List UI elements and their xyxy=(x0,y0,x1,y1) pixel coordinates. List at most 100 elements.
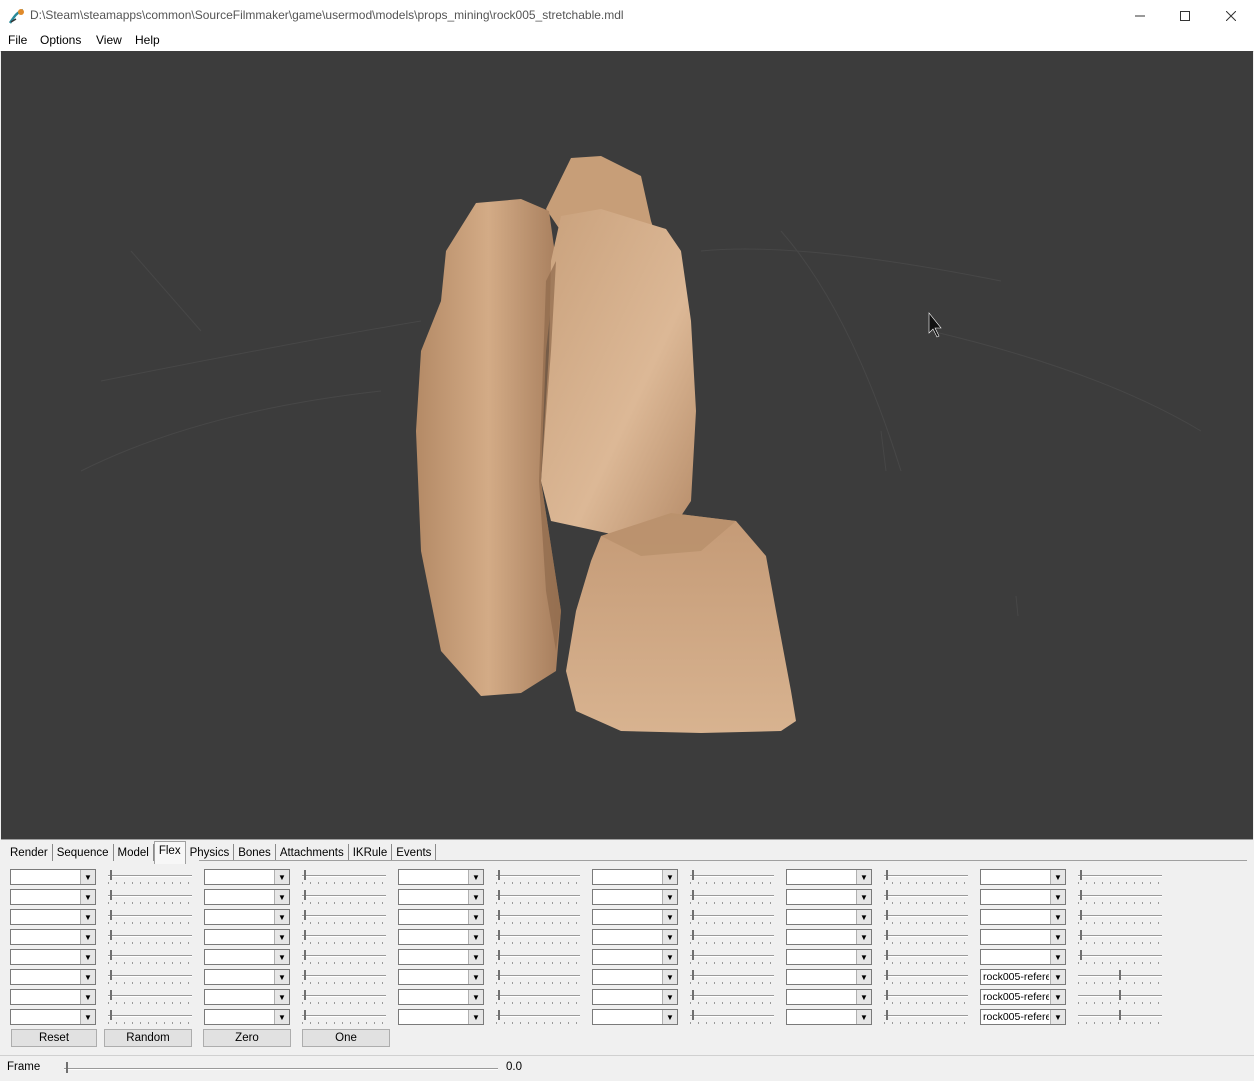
chevron-down-icon[interactable]: ▼ xyxy=(80,1010,95,1024)
flex-slider[interactable] xyxy=(302,868,386,884)
flex-slider[interactable] xyxy=(690,888,774,904)
flex-slider[interactable] xyxy=(690,1008,774,1024)
chevron-down-icon[interactable]: ▼ xyxy=(856,950,871,964)
flex-slider-thumb[interactable] xyxy=(498,970,500,980)
flex-combo[interactable]: ▼ xyxy=(10,909,96,925)
flex-combo[interactable]: ▼ xyxy=(592,869,678,885)
flex-combo[interactable]: ▼ xyxy=(786,909,872,925)
flex-slider[interactable] xyxy=(496,868,580,884)
flex-combo[interactable]: ▼ xyxy=(398,989,484,1005)
flex-slider[interactable] xyxy=(1078,1008,1162,1024)
flex-slider[interactable] xyxy=(690,968,774,984)
chevron-down-icon[interactable]: ▼ xyxy=(856,910,871,924)
flex-slider-thumb[interactable] xyxy=(886,970,888,980)
random-button[interactable]: Random xyxy=(104,1029,192,1047)
frame-slider-thumb[interactable] xyxy=(66,1062,68,1073)
menu-view[interactable]: View xyxy=(96,33,122,47)
flex-combo[interactable]: ▼ xyxy=(592,929,678,945)
flex-slider-thumb[interactable] xyxy=(692,1010,694,1020)
flex-slider[interactable] xyxy=(108,908,192,924)
chevron-down-icon[interactable]: ▼ xyxy=(80,990,95,1004)
flex-slider[interactable] xyxy=(496,948,580,964)
flex-slider[interactable] xyxy=(884,1008,968,1024)
flex-combo[interactable]: ▼ xyxy=(980,929,1066,945)
flex-slider[interactable] xyxy=(884,868,968,884)
flex-slider-thumb[interactable] xyxy=(692,890,694,900)
flex-combo[interactable]: ▼ xyxy=(10,969,96,985)
flex-combo[interactable]: ▼ xyxy=(980,889,1066,905)
flex-slider-thumb[interactable] xyxy=(1080,930,1082,940)
minimize-button[interactable] xyxy=(1117,0,1163,31)
flex-slider[interactable] xyxy=(884,908,968,924)
flex-combo[interactable]: ▼ xyxy=(398,909,484,925)
chevron-down-icon[interactable]: ▼ xyxy=(1050,1010,1065,1024)
flex-combo[interactable]: ▼ xyxy=(204,889,290,905)
flex-slider-thumb[interactable] xyxy=(498,950,500,960)
flex-slider[interactable] xyxy=(496,888,580,904)
flex-slider[interactable] xyxy=(1078,988,1162,1004)
flex-combo[interactable]: ▼ xyxy=(980,949,1066,965)
flex-slider[interactable] xyxy=(1078,968,1162,984)
close-button[interactable] xyxy=(1208,0,1254,31)
chevron-down-icon[interactable]: ▼ xyxy=(468,1010,483,1024)
flex-slider[interactable] xyxy=(884,888,968,904)
flex-slider[interactable] xyxy=(1078,928,1162,944)
flex-slider[interactable] xyxy=(884,968,968,984)
flex-combo[interactable]: rock005-refere ▼ xyxy=(980,989,1066,1005)
flex-slider-thumb[interactable] xyxy=(1080,950,1082,960)
flex-slider[interactable] xyxy=(690,988,774,1004)
flex-combo[interactable]: ▼ xyxy=(398,969,484,985)
flex-slider-thumb[interactable] xyxy=(498,890,500,900)
flex-slider[interactable] xyxy=(496,908,580,924)
flex-slider-thumb[interactable] xyxy=(304,870,306,880)
tab-sequence[interactable]: Sequence xyxy=(53,844,114,861)
flex-combo[interactable]: ▼ xyxy=(398,889,484,905)
tab-attachments[interactable]: Attachments xyxy=(276,844,349,861)
flex-combo[interactable]: ▼ xyxy=(592,949,678,965)
flex-slider[interactable] xyxy=(302,1008,386,1024)
tab-flex[interactable]: Flex xyxy=(153,841,186,864)
menu-file[interactable]: File xyxy=(8,33,27,47)
flex-combo[interactable]: ▼ xyxy=(204,929,290,945)
flex-slider-thumb[interactable] xyxy=(304,930,306,940)
flex-slider-thumb[interactable] xyxy=(886,910,888,920)
flex-combo[interactable]: ▼ xyxy=(10,889,96,905)
chevron-down-icon[interactable]: ▼ xyxy=(468,910,483,924)
flex-slider[interactable] xyxy=(302,968,386,984)
flex-slider-thumb[interactable] xyxy=(886,890,888,900)
tab-events[interactable]: Events xyxy=(392,844,437,861)
flex-combo[interactable]: ▼ xyxy=(10,949,96,965)
chevron-down-icon[interactable]: ▼ xyxy=(274,970,289,984)
flex-slider-thumb[interactable] xyxy=(304,910,306,920)
tab-physics[interactable]: Physics xyxy=(186,844,235,861)
flex-slider-thumb[interactable] xyxy=(692,910,694,920)
one-button[interactable]: One xyxy=(302,1029,390,1047)
flex-combo[interactable]: ▼ xyxy=(786,989,872,1005)
chevron-down-icon[interactable]: ▼ xyxy=(856,1010,871,1024)
chevron-down-icon[interactable]: ▼ xyxy=(468,970,483,984)
flex-slider[interactable] xyxy=(690,868,774,884)
flex-combo[interactable]: ▼ xyxy=(10,1009,96,1025)
flex-slider-thumb[interactable] xyxy=(304,990,306,1000)
chevron-down-icon[interactable]: ▼ xyxy=(274,990,289,1004)
flex-slider[interactable] xyxy=(108,928,192,944)
flex-slider[interactable] xyxy=(1078,948,1162,964)
flex-combo[interactable]: ▼ xyxy=(592,889,678,905)
tab-render[interactable]: Render xyxy=(6,844,53,861)
flex-slider-thumb[interactable] xyxy=(110,950,112,960)
flex-slider[interactable] xyxy=(1078,888,1162,904)
flex-combo[interactable]: ▼ xyxy=(786,969,872,985)
flex-slider[interactable] xyxy=(1078,868,1162,884)
flex-slider-thumb[interactable] xyxy=(886,870,888,880)
flex-combo[interactable]: ▼ xyxy=(204,869,290,885)
chevron-down-icon[interactable]: ▼ xyxy=(662,990,677,1004)
chevron-down-icon[interactable]: ▼ xyxy=(662,870,677,884)
flex-slider[interactable] xyxy=(690,948,774,964)
flex-slider-thumb[interactable] xyxy=(304,950,306,960)
flex-slider-thumb[interactable] xyxy=(304,890,306,900)
chevron-down-icon[interactable]: ▼ xyxy=(662,950,677,964)
flex-slider[interactable] xyxy=(690,928,774,944)
chevron-down-icon[interactable]: ▼ xyxy=(274,890,289,904)
chevron-down-icon[interactable]: ▼ xyxy=(1050,990,1065,1004)
flex-slider[interactable] xyxy=(108,888,192,904)
